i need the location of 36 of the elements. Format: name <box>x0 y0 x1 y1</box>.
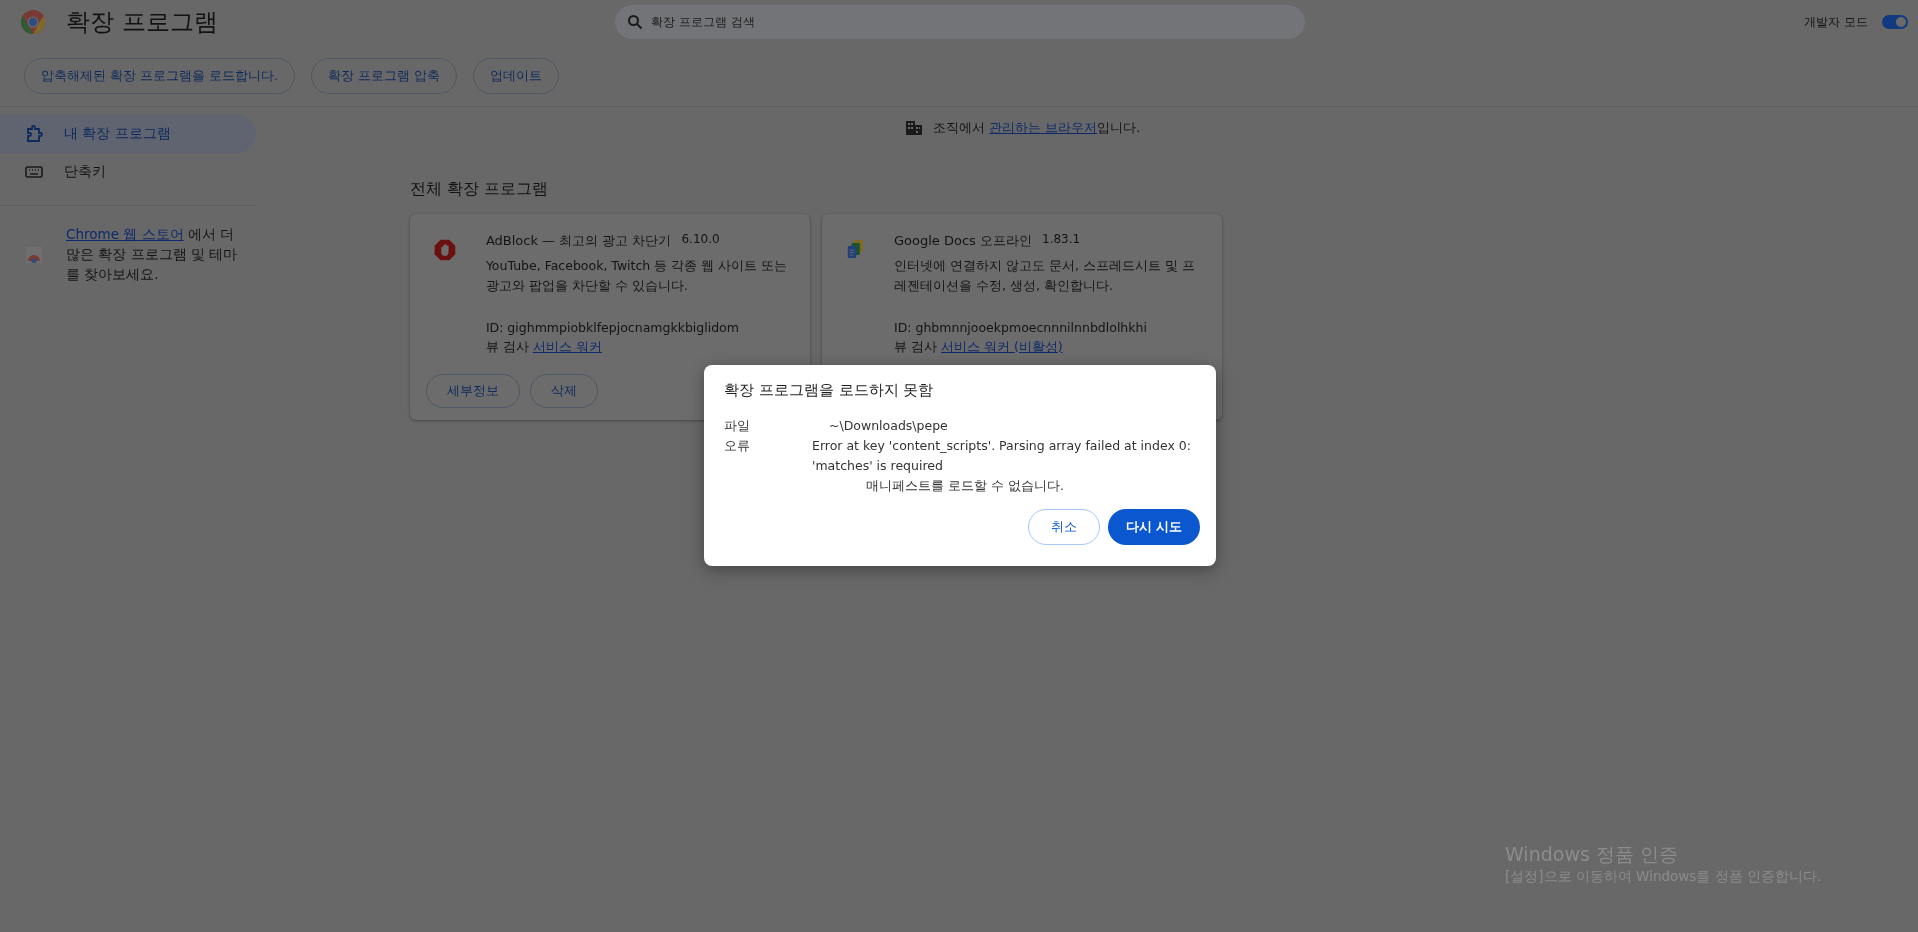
puzzle-icon <box>24 124 44 144</box>
error-label: 오류 <box>724 437 751 455</box>
extension-description: 인터넷에 연결하지 않고도 문서, 스프레드시트 및 프레젠테이션을 수정, 생성, 확인합니다. <box>894 257 1196 295</box>
file-path: ~\Downloads\pepe <box>828 417 948 435</box>
managed-browser-notice: 조직에서 관리하는 브라우저 입니다. <box>933 119 1141 137</box>
developer-mode-toggle[interactable] <box>1882 15 1908 29</box>
page-title: 확장 프로그램 <box>66 7 218 38</box>
error-message: Error at key 'content_scripts'. Parsing array failed at index 0: 'matches' is required <box>812 437 1192 475</box>
extension-id: ID: ghbmnnjooekpmoecnnnilnnbdlolhkhi <box>894 320 1148 335</box>
dialog-title: 확장 프로그램을 로드하지 못함 <box>724 381 935 400</box>
search-icon <box>627 14 643 30</box>
web-store-link[interactable]: Chrome 웹 스토어 <box>66 226 184 242</box>
section-title: 전체 확장 프로그램 <box>410 179 550 200</box>
sidebar-item[interactable]: 내 확장 프로그램 <box>0 115 256 153</box>
browser-logo-icon <box>20 9 46 35</box>
service-worker-link[interactable]: 서비스 워커 (비활성) <box>940 339 1063 354</box>
file-label: 파일 <box>724 417 751 435</box>
extension-version: 6.10.0 <box>681 232 720 248</box>
web-store-note: Chrome 웹 스토어 에서 더 많은 확장 프로그램 및 테마를 찾아보세요. <box>66 225 239 284</box>
search-field[interactable]: 확장 프로그램 검색 <box>615 5 1305 39</box>
sidebar-item[interactable]: 단축키 <box>0 153 256 191</box>
extension-name: AdBlock — 최고의 광고 차단기 <box>485 232 672 250</box>
managed-browser-link[interactable]: 관리하는 브라우저 <box>989 120 1098 135</box>
building-icon <box>905 120 923 136</box>
retry-button[interactable]: 다시 시도 <box>1107 509 1200 545</box>
inspect-views: 뷰 검사 서비스 워커 <box>485 339 603 356</box>
extension-description: YouTube, Facebook, Twitch 등 각종 웹 사이트 또는 광고와 팝업을 차단할 수 있습니다. <box>485 257 789 295</box>
developer-mode-label: 개발자 모드 <box>1804 13 1868 31</box>
service-worker-link[interactable]: 서비스 워커 <box>532 339 602 354</box>
extension-version: 1.83.1 <box>1042 232 1081 248</box>
extension-name: Google Docs 오프라인 <box>894 232 1032 250</box>
manifest-error: 매니페스트를 로드할 수 없습니다. <box>866 478 1065 495</box>
web-store-icon <box>26 245 42 263</box>
inspect-views: 뷰 검사 서비스 워커 (비활성) <box>894 339 1064 356</box>
extension-id: ID: gighmmpiobklfepjocnamgkkbiglidom <box>485 320 740 335</box>
cancel-button[interactable]: 취소 <box>1027 509 1100 545</box>
